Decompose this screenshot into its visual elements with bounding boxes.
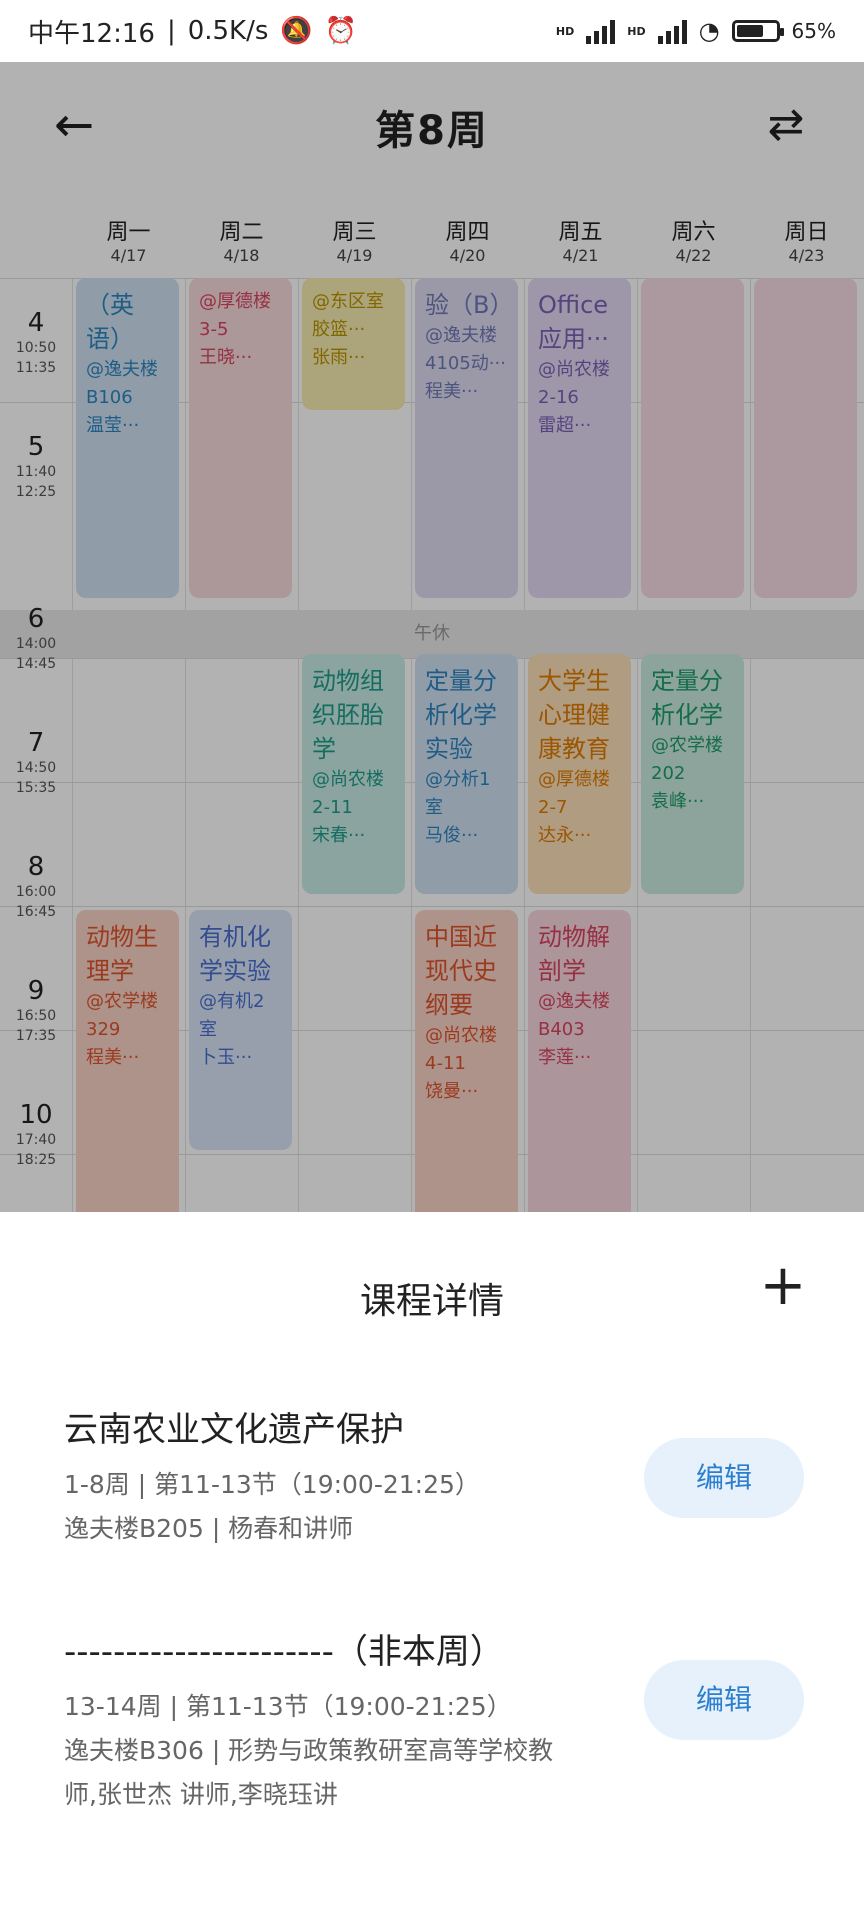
plus-icon[interactable]: + <box>758 1258 808 1314</box>
edit-button[interactable]: 编辑 <box>644 1438 804 1518</box>
dim-overlay[interactable] <box>0 62 864 1212</box>
sheet-title: 课程详情 <box>359 1281 504 1322</box>
network-speed: 0.5K/s <box>187 16 269 46</box>
hd-label-2: HD <box>627 24 646 38</box>
course-location: 逸夫楼B306 | 形势与政策教研室高等学校教师,张世杰 讲师,李晓珏讲 <box>64 1736 554 1809</box>
course-time: 1-8周 | 第11-13节（19:00-21:25） <box>64 1470 480 1499</box>
status-bar: 中午12:16 | 0.5K/s 🔕 ⏰ HD HD ◔ 65% <box>0 0 864 62</box>
course-item: ----------------------（非本周） 13-14周 | 第11… <box>64 1624 804 1817</box>
signal-icon-2 <box>657 18 687 44</box>
signal-icon <box>586 18 616 44</box>
status-time: 中午12:16 <box>28 18 155 49</box>
course-item: 云南农业文化遗产保护 1-8周 | 第11-13节（19:00-21:25） 逸… <box>64 1402 804 1551</box>
bell-off-icon: 🔕 <box>280 16 313 46</box>
course-location: 逸夫楼B205 | 杨春和讲师 <box>64 1514 354 1543</box>
hd-label-1: HD <box>555 24 575 38</box>
alarm-icon: ⏰ <box>324 16 358 46</box>
course-time: 13-14周 | 第11-13节（19:00-21:25） <box>64 1692 512 1721</box>
edit-button[interactable]: 编辑 <box>644 1660 804 1740</box>
wifi-icon: ◔ <box>698 17 720 45</box>
battery-level: 65% <box>791 19 836 43</box>
course-detail-sheet: 课程详情 + 云南农业文化遗产保护 1-8周 | 第11-13节（19:00-2… <box>0 1212 864 1920</box>
battery-icon <box>731 20 784 42</box>
